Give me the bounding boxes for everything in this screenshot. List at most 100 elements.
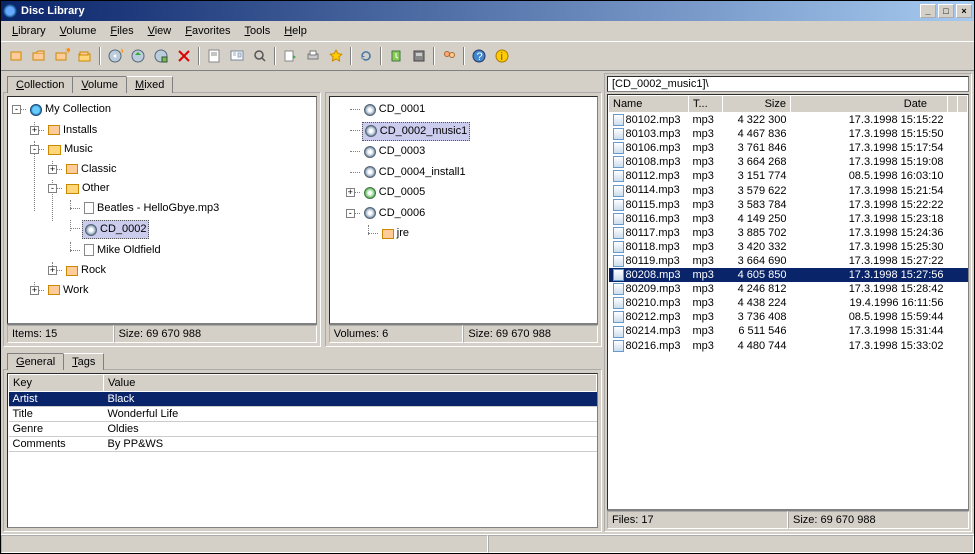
tree-node[interactable]: Mike Oldfield xyxy=(64,242,314,263)
tb-refresh[interactable] xyxy=(355,45,377,67)
file-row[interactable]: 80116.mp3mp34 149 25017.3.1998 15:23:18 xyxy=(609,212,968,226)
tags-panel[interactable]: Key Value ArtistBlackTitleWonderful Life… xyxy=(7,373,598,528)
tb-help[interactable]: ? xyxy=(468,45,490,67)
fh-x2[interactable] xyxy=(958,96,968,113)
file-row[interactable]: 80108.mp3mp33 664 26817.3.1998 15:19:08 xyxy=(609,155,968,169)
file-row[interactable]: 80210.mp3mp34 438 22419.4.1996 16:11:56 xyxy=(609,296,968,310)
file-size: 4 246 812 xyxy=(723,282,791,296)
file-size: 4 480 744 xyxy=(723,339,791,353)
file-row[interactable]: 80212.mp3mp33 736 40808.5.1998 15:59:44 xyxy=(609,310,968,324)
expander-icon[interactable]: - xyxy=(30,145,39,154)
menu-view[interactable]: View xyxy=(141,23,179,39)
volume-tree[interactable]: CD_0001CD_0002_music1CD_0003CD_0004_inst… xyxy=(329,96,598,324)
tb-delete[interactable] xyxy=(173,45,195,67)
file-list[interactable]: Name T... Size Date 80102.mp3mp34 322 30… xyxy=(607,94,969,510)
tree-node[interactable]: +Installs xyxy=(28,122,314,142)
tag-row[interactable]: CommentsBy PP&WS xyxy=(9,437,597,452)
tab-volume[interactable]: Volume xyxy=(72,76,127,93)
volume-node[interactable]: CD_0001 xyxy=(344,101,595,122)
file-row[interactable]: 80112.mp3mp33 151 77408.5.1998 16:03:10 xyxy=(609,169,968,183)
expander-icon[interactable]: + xyxy=(30,286,39,295)
menu-files[interactable]: Files xyxy=(103,23,140,39)
tag-row[interactable]: GenreOldies xyxy=(9,422,597,437)
file-row[interactable]: 80209.mp3mp34 246 81217.3.1998 15:28:42 xyxy=(609,282,968,296)
maximize-button[interactable]: □ xyxy=(938,4,954,18)
tb-restore[interactable] xyxy=(385,45,407,67)
tags-header-value[interactable]: Value xyxy=(104,375,597,392)
menu-library[interactable]: Library xyxy=(5,23,53,39)
tree-node[interactable]: +Classic xyxy=(46,161,314,181)
menu-help[interactable]: Help xyxy=(277,23,314,39)
volume-node[interactable]: CD_0002_music1 xyxy=(344,122,595,144)
tab-tags[interactable]: Tags xyxy=(63,353,104,370)
expander-icon[interactable]: + xyxy=(48,266,57,275)
tb-new-library[interactable] xyxy=(5,45,27,67)
tb-print[interactable] xyxy=(302,45,324,67)
tb-add-disc[interactable]: ✴ xyxy=(104,45,126,67)
volume-node[interactable]: CD_0004_install1 xyxy=(344,164,595,185)
expander-icon[interactable]: + xyxy=(30,126,39,135)
tree-root[interactable]: -My Collection+Installs-Music+Classic-Ot… xyxy=(10,101,314,301)
file-row[interactable]: 80106.mp3mp33 761 84617.3.1998 15:17:54 xyxy=(609,141,968,155)
fh-type[interactable]: T... xyxy=(689,96,723,113)
tb-about[interactable]: i xyxy=(491,45,513,67)
expander-icon[interactable]: - xyxy=(346,209,355,218)
collection-tree[interactable]: -My Collection+Installs-Music+Classic-Ot… xyxy=(7,96,317,324)
file-row[interactable]: 80118.mp3mp33 420 33217.3.1998 15:25:30 xyxy=(609,240,968,254)
volume-node[interactable]: +CD_0005 xyxy=(344,184,595,205)
fh-x1[interactable] xyxy=(948,96,958,113)
volume-node[interactable]: jre xyxy=(362,225,595,245)
file-size: 4 467 836 xyxy=(723,127,791,141)
tb-search[interactable] xyxy=(249,45,271,67)
fh-date[interactable]: Date xyxy=(791,96,948,113)
tree-node[interactable]: -OtherBeatles - HelloGbye.mp3CD_0002Mike… xyxy=(46,180,314,262)
menu-volume[interactable]: Volume xyxy=(53,23,104,39)
tb-open-folder[interactable] xyxy=(74,45,96,67)
tb-properties[interactable] xyxy=(203,45,225,67)
expander-icon[interactable]: - xyxy=(12,105,21,114)
file-row[interactable]: 80216.mp3mp34 480 74417.3.1998 15:33:02 xyxy=(609,339,968,353)
tag-key: Comments xyxy=(9,437,104,452)
tb-eject-disc[interactable] xyxy=(127,45,149,67)
expander-icon[interactable]: + xyxy=(48,165,57,174)
file-row[interactable]: 80214.mp3mp36 511 54617.3.1998 15:31:44 xyxy=(609,324,968,338)
tree-node[interactable]: -Music+Classic-OtherBeatles - HelloGbye.… xyxy=(28,141,314,282)
file-row[interactable]: 80208.mp3mp34 605 85017.3.1998 15:27:56 xyxy=(609,268,968,282)
file-date: 08.5.1998 16:03:10 xyxy=(791,169,948,183)
tags-header-key[interactable]: Key xyxy=(9,375,104,392)
menu-tools[interactable]: Tools xyxy=(238,23,278,39)
tree-node[interactable]: +Rock xyxy=(46,262,314,282)
tb-new-folder[interactable]: ✴ xyxy=(51,45,73,67)
tab-general[interactable]: General xyxy=(7,353,64,370)
file-row[interactable]: 80114.mp3mp33 579 62217.3.1998 15:21:54 xyxy=(609,183,968,197)
file-row[interactable]: 80117.mp3mp33 885 70217.3.1998 15:24:36 xyxy=(609,226,968,240)
file-row[interactable]: 80119.mp3mp33 664 69017.3.1998 15:27:22 xyxy=(609,254,968,268)
volume-node[interactable]: -CD_0006jre xyxy=(344,205,595,245)
node-label: jre xyxy=(397,225,409,242)
minimize-button[interactable]: _ xyxy=(920,4,936,18)
fh-name[interactable]: Name xyxy=(609,96,689,113)
tb-backup[interactable] xyxy=(408,45,430,67)
expander-icon[interactable]: + xyxy=(346,188,355,197)
file-row[interactable]: 80115.mp3mp33 583 78417.3.1998 15:22:22 xyxy=(609,198,968,212)
tb-favorite[interactable] xyxy=(325,45,347,67)
volume-node[interactable]: CD_0003 xyxy=(344,143,595,164)
file-row[interactable]: 80103.mp3mp34 467 83617.3.1998 15:15:50 xyxy=(609,127,968,141)
menu-favorites[interactable]: Favorites xyxy=(178,23,237,39)
file-row[interactable]: 80102.mp3mp34 322 30017.3.1998 15:15:22 xyxy=(609,113,968,128)
fh-size[interactable]: Size xyxy=(723,96,791,113)
tree-node[interactable]: CD_0002 xyxy=(64,220,314,242)
tab-collection[interactable]: Collection xyxy=(7,76,73,93)
tb-disc-write[interactable] xyxy=(150,45,172,67)
expander-icon[interactable]: - xyxy=(48,184,57,193)
close-button[interactable]: × xyxy=(956,4,972,18)
tb-export[interactable] xyxy=(279,45,301,67)
tab-mixed[interactable]: Mixed xyxy=(126,76,173,93)
tag-row[interactable]: TitleWonderful Life xyxy=(9,407,597,422)
tb-browse[interactable] xyxy=(226,45,248,67)
tb-users[interactable] xyxy=(438,45,460,67)
tb-open-library[interactable] xyxy=(28,45,50,67)
tree-node[interactable]: Beatles - HelloGbye.mp3 xyxy=(64,200,314,221)
tag-row[interactable]: ArtistBlack xyxy=(9,392,597,407)
tree-node[interactable]: +Work xyxy=(28,282,314,302)
